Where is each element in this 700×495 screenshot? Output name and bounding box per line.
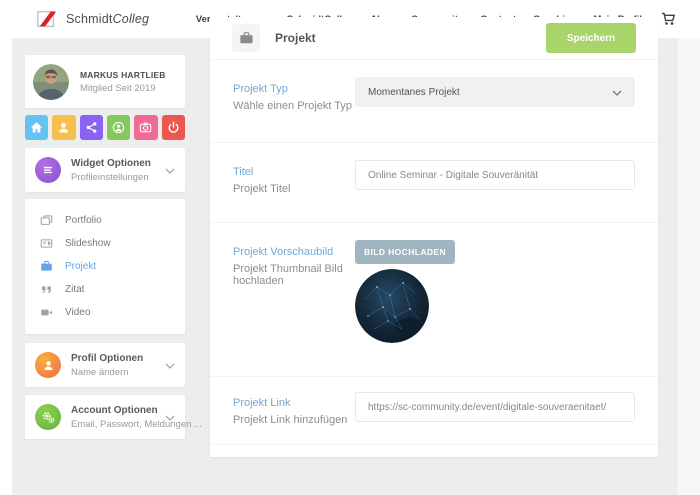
slideshow-icon bbox=[40, 237, 54, 250]
user-icon bbox=[57, 121, 70, 134]
menu-item-portfolio[interactable]: Portfolio bbox=[25, 209, 185, 232]
menu-item-label: Zitat bbox=[65, 284, 84, 295]
menu-item-projekt[interactable]: Projekt bbox=[25, 255, 185, 278]
field-label: Projekt Link bbox=[233, 397, 355, 409]
account-options-card[interactable]: Account Optionen Email, Passwort, Meldun… bbox=[25, 395, 185, 439]
form-row-projekt-typ: Projekt Typ Wähle einen Projekt Typ Mome… bbox=[210, 60, 658, 143]
profile-member-since: Mitglied Seit 2019 bbox=[80, 83, 166, 94]
profile-name: MARKUS HARTLIEB bbox=[80, 70, 166, 80]
video-icon bbox=[40, 306, 54, 319]
field-link bbox=[355, 377, 635, 444]
widget-options-subtitle: Profileinstellungen bbox=[71, 172, 151, 183]
chevron-down-icon bbox=[612, 83, 622, 101]
share-icon bbox=[85, 121, 98, 134]
field-hint: Wähle einen Projekt Typ bbox=[233, 100, 355, 112]
upload-image-button[interactable]: BILD HOCHLADEN bbox=[355, 240, 455, 264]
profile-card: MARKUS HARTLIEB Mitglied Seit 2019 bbox=[25, 55, 185, 108]
camera-button[interactable] bbox=[134, 115, 157, 140]
label-projekt-typ: Projekt Typ Wähle einen Projekt Typ bbox=[233, 60, 355, 142]
field-projekt-typ: Momentanes Projekt bbox=[355, 60, 635, 142]
chevron-down-icon bbox=[165, 408, 175, 426]
account-options-title: Account Optionen bbox=[71, 405, 165, 416]
panel-header: Projekt Speichern bbox=[210, 17, 658, 60]
form-row-vorschaubild: Projekt Vorschaubild Projekt Thumbnail B… bbox=[210, 223, 658, 377]
profile-options-card[interactable]: Profil Optionen Name ändern bbox=[25, 343, 185, 387]
user-button[interactable] bbox=[52, 115, 75, 140]
account-options-subtitle: Email, Passwort, Meldungen ... bbox=[71, 419, 165, 430]
chevron-down-icon bbox=[165, 161, 175, 179]
field-titel bbox=[355, 143, 635, 222]
cogs-icon bbox=[35, 404, 61, 430]
form-row-titel: Titel Projekt Titel bbox=[210, 143, 658, 223]
user-circle-icon bbox=[112, 121, 125, 134]
profile-options-text: Profil Optionen Name ändern bbox=[71, 353, 143, 378]
profile-text: MARKUS HARTLIEB Mitglied Seit 2019 bbox=[80, 70, 166, 94]
project-thumbnail-image bbox=[355, 269, 429, 343]
widget-options-card[interactable]: Widget Optionen Profileinstellungen bbox=[25, 148, 185, 192]
menu-item-label: Slideshow bbox=[65, 238, 111, 249]
menu-item-label: Projekt bbox=[65, 261, 96, 272]
page-title: Projekt bbox=[275, 31, 316, 45]
profile-options-title: Profil Optionen bbox=[71, 353, 143, 364]
save-button[interactable]: Speichern bbox=[546, 23, 636, 53]
menu-item-label: Portfolio bbox=[65, 215, 102, 226]
field-hint: Projekt Link hinzufügen bbox=[233, 414, 355, 426]
quote-icon bbox=[40, 283, 54, 296]
field-label: Titel bbox=[233, 166, 355, 178]
field-label: Projekt Typ bbox=[233, 83, 355, 95]
widget-options-text: Widget Optionen Profileinstellungen bbox=[71, 158, 151, 183]
projekt-panel: Projekt Speichern Projekt Typ Wähle eine… bbox=[210, 17, 658, 457]
titel-input[interactable] bbox=[355, 160, 635, 190]
projekt-typ-selected-value: Momentanes Projekt bbox=[368, 87, 460, 98]
home-icon bbox=[30, 121, 43, 134]
profile-circle-button[interactable] bbox=[107, 115, 130, 140]
camera-icon bbox=[139, 121, 152, 134]
widget-menu: Portfolio Slideshow Projekt Zitat bbox=[25, 199, 185, 334]
right-margin bbox=[678, 38, 700, 495]
sidebar: MARKUS HARTLIEB Mitglied Seit 2019 bbox=[25, 55, 185, 439]
logo-slash-icon bbox=[35, 8, 59, 30]
logout-button[interactable] bbox=[162, 115, 185, 140]
list-lines-icon bbox=[35, 157, 61, 183]
field-hint: Projekt Thumbnail Bild hochladen bbox=[233, 263, 355, 287]
menu-item-slideshow[interactable]: Slideshow bbox=[25, 232, 185, 255]
form-row-link: Projekt Link Projekt Link hinzufügen bbox=[210, 377, 658, 445]
quick-actions bbox=[25, 115, 185, 140]
field-hint: Projekt Titel bbox=[233, 183, 355, 195]
avatar bbox=[33, 64, 69, 100]
chevron-down-icon bbox=[165, 356, 175, 374]
widget-options-title: Widget Optionen bbox=[71, 158, 151, 169]
share-button[interactable] bbox=[80, 115, 103, 140]
projekt-link-input[interactable] bbox=[355, 392, 635, 422]
label-link: Projekt Link Projekt Link hinzufügen bbox=[233, 377, 355, 444]
portfolio-icon bbox=[40, 214, 54, 227]
user-icon bbox=[35, 352, 61, 378]
label-titel: Titel Projekt Titel bbox=[233, 143, 355, 222]
menu-item-zitat[interactable]: Zitat bbox=[25, 278, 185, 301]
logo-text: SchmidtColleg bbox=[66, 12, 149, 26]
menu-item-video[interactable]: Video bbox=[25, 301, 185, 324]
power-icon bbox=[167, 121, 180, 134]
field-vorschaubild: BILD HOCHLADEN bbox=[355, 223, 635, 376]
profile-options-subtitle: Name ändern bbox=[71, 367, 143, 378]
label-vorschaubild: Projekt Vorschaubild Projekt Thumbnail B… bbox=[233, 223, 355, 376]
briefcase-icon bbox=[232, 24, 260, 52]
projekt-typ-select[interactable]: Momentanes Projekt bbox=[355, 77, 635, 107]
page: SchmidtColleg Veranstaltungen SchmidtCol… bbox=[0, 0, 700, 495]
menu-item-label: Video bbox=[65, 307, 90, 318]
cart-icon[interactable] bbox=[661, 12, 676, 26]
briefcase-icon bbox=[40, 260, 54, 273]
account-options-text: Account Optionen Email, Passwort, Meldun… bbox=[71, 405, 165, 430]
field-label: Projekt Vorschaubild bbox=[233, 246, 355, 258]
logo[interactable]: SchmidtColleg bbox=[35, 8, 149, 30]
home-button[interactable] bbox=[25, 115, 48, 140]
